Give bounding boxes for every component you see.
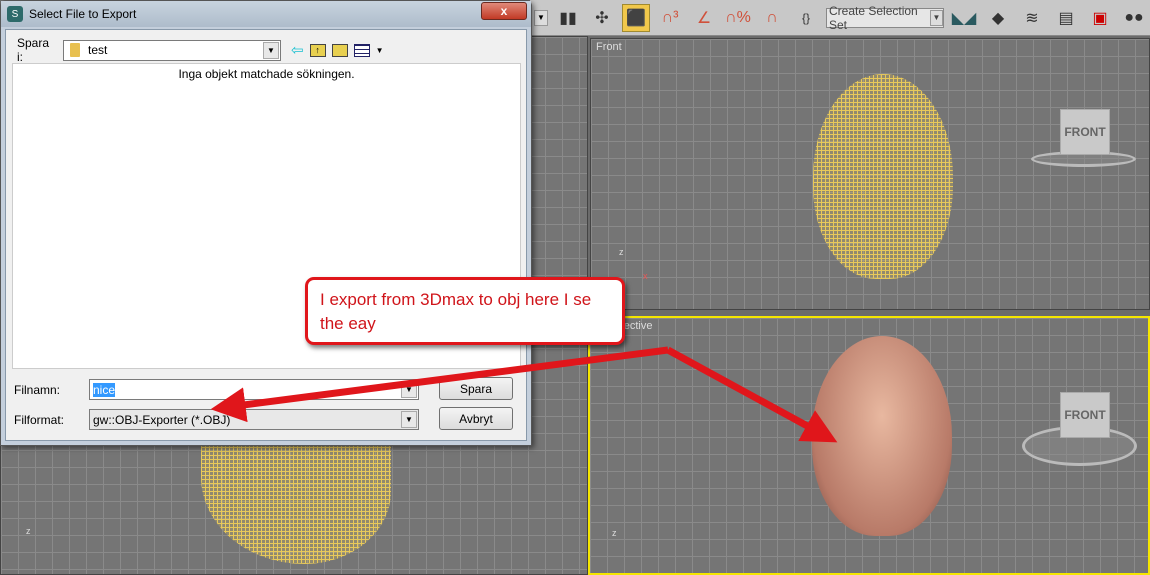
dialog-body: Spara i: test ▼ ⇦ ↑ ▼ Inga objekt matcha…: [5, 29, 527, 441]
annotation-callout: I export from 3Dmax to obj here I se the…: [305, 277, 625, 345]
back-icon[interactable]: ⇦: [291, 41, 304, 59]
axis-z-label: z: [619, 247, 624, 257]
save-in-dropdown[interactable]: test ▼: [63, 39, 281, 61]
empty-message: Inga objekt matchade sökningen.: [178, 67, 355, 81]
export-dialog: S Select File to Export x Spara i: test …: [0, 0, 532, 446]
filename-value: nice: [93, 382, 116, 397]
snap-3d-icon[interactable]: ∩³: [656, 4, 684, 32]
format-value: gw::OBJ-Exporter (*.OBJ): [93, 412, 231, 427]
format-label: Filformat:: [14, 412, 65, 427]
render-toggle-icon[interactable]: ▮▮: [554, 4, 582, 32]
material-editor-icon[interactable]: ●●: [1120, 4, 1148, 32]
mirror-icon[interactable]: ◣◢: [950, 4, 978, 32]
spinner-snap-icon[interactable]: ∩: [758, 4, 786, 32]
folder-icon: [70, 43, 80, 57]
chevron-down-icon: ▼: [263, 41, 279, 59]
textured-head: [812, 336, 952, 536]
named-selection-icon[interactable]: {}: [792, 4, 820, 32]
angle-snap-icon[interactable]: ∠: [690, 4, 718, 32]
viewport-label: Front: [596, 41, 622, 53]
callout-text: I export from 3Dmax to obj here I se the…: [320, 290, 592, 333]
viewcube[interactable]: FRONT: [1060, 392, 1110, 438]
axis-z-label: z: [612, 528, 617, 538]
dropdown-icon[interactable]: ▼: [534, 9, 548, 26]
chevron-down-icon: ▼: [401, 381, 417, 398]
chevron-down-icon: ▼: [929, 9, 943, 26]
close-button[interactable]: x: [481, 2, 527, 20]
viewcube[interactable]: FRONT: [1060, 109, 1110, 155]
dialog-title: Select File to Export: [29, 7, 137, 21]
app-icon: S: [7, 6, 23, 22]
axis-x-label: x: [643, 271, 648, 281]
save-in-value: test: [88, 43, 108, 57]
hierarchy-icon[interactable]: ✣: [588, 4, 616, 32]
viewport-perspective[interactable]: Perspective FRONT z: [588, 316, 1150, 575]
save-in-label: Spara i:: [17, 36, 50, 64]
filename-input[interactable]: nice ▼: [89, 379, 419, 400]
chevron-down-icon[interactable]: ▼: [376, 46, 384, 55]
dialog-titlebar[interactable]: S Select File to Export x: [1, 1, 531, 27]
schematic-icon[interactable]: ▣: [1086, 4, 1114, 32]
layers-icon[interactable]: ≋: [1018, 4, 1046, 32]
cancel-button[interactable]: Avbryt: [439, 407, 513, 430]
selection-set-value: Create Selection Set: [829, 3, 918, 32]
chevron-down-icon: ▼: [401, 411, 417, 428]
axis-z-label: z: [26, 526, 31, 536]
align-icon[interactable]: ◆: [984, 4, 1012, 32]
format-dropdown[interactable]: gw::OBJ-Exporter (*.OBJ) ▼: [89, 409, 419, 430]
view-menu-icon[interactable]: [353, 43, 370, 57]
save-button[interactable]: Spara: [439, 377, 513, 400]
filename-label: Filnamn:: [14, 382, 61, 397]
viewport-front[interactable]: Front FRONT z x: [590, 38, 1150, 310]
percent-snap-icon[interactable]: ∩%: [724, 4, 752, 32]
new-folder-icon[interactable]: [331, 43, 348, 57]
curve-editor-icon[interactable]: ▤: [1052, 4, 1080, 32]
main-toolbar: ▼ ▮▮ ✣ ⬛ ∩³ ∠ ∩% ∩ {} Create Selection S…: [530, 0, 1150, 36]
up-folder-icon[interactable]: ↑: [309, 43, 326, 57]
selection-set-dropdown[interactable]: Create Selection Set ▼: [826, 4, 944, 32]
wireframe-head-front: [813, 74, 953, 279]
select-object-icon[interactable]: ⬛: [622, 3, 650, 32]
